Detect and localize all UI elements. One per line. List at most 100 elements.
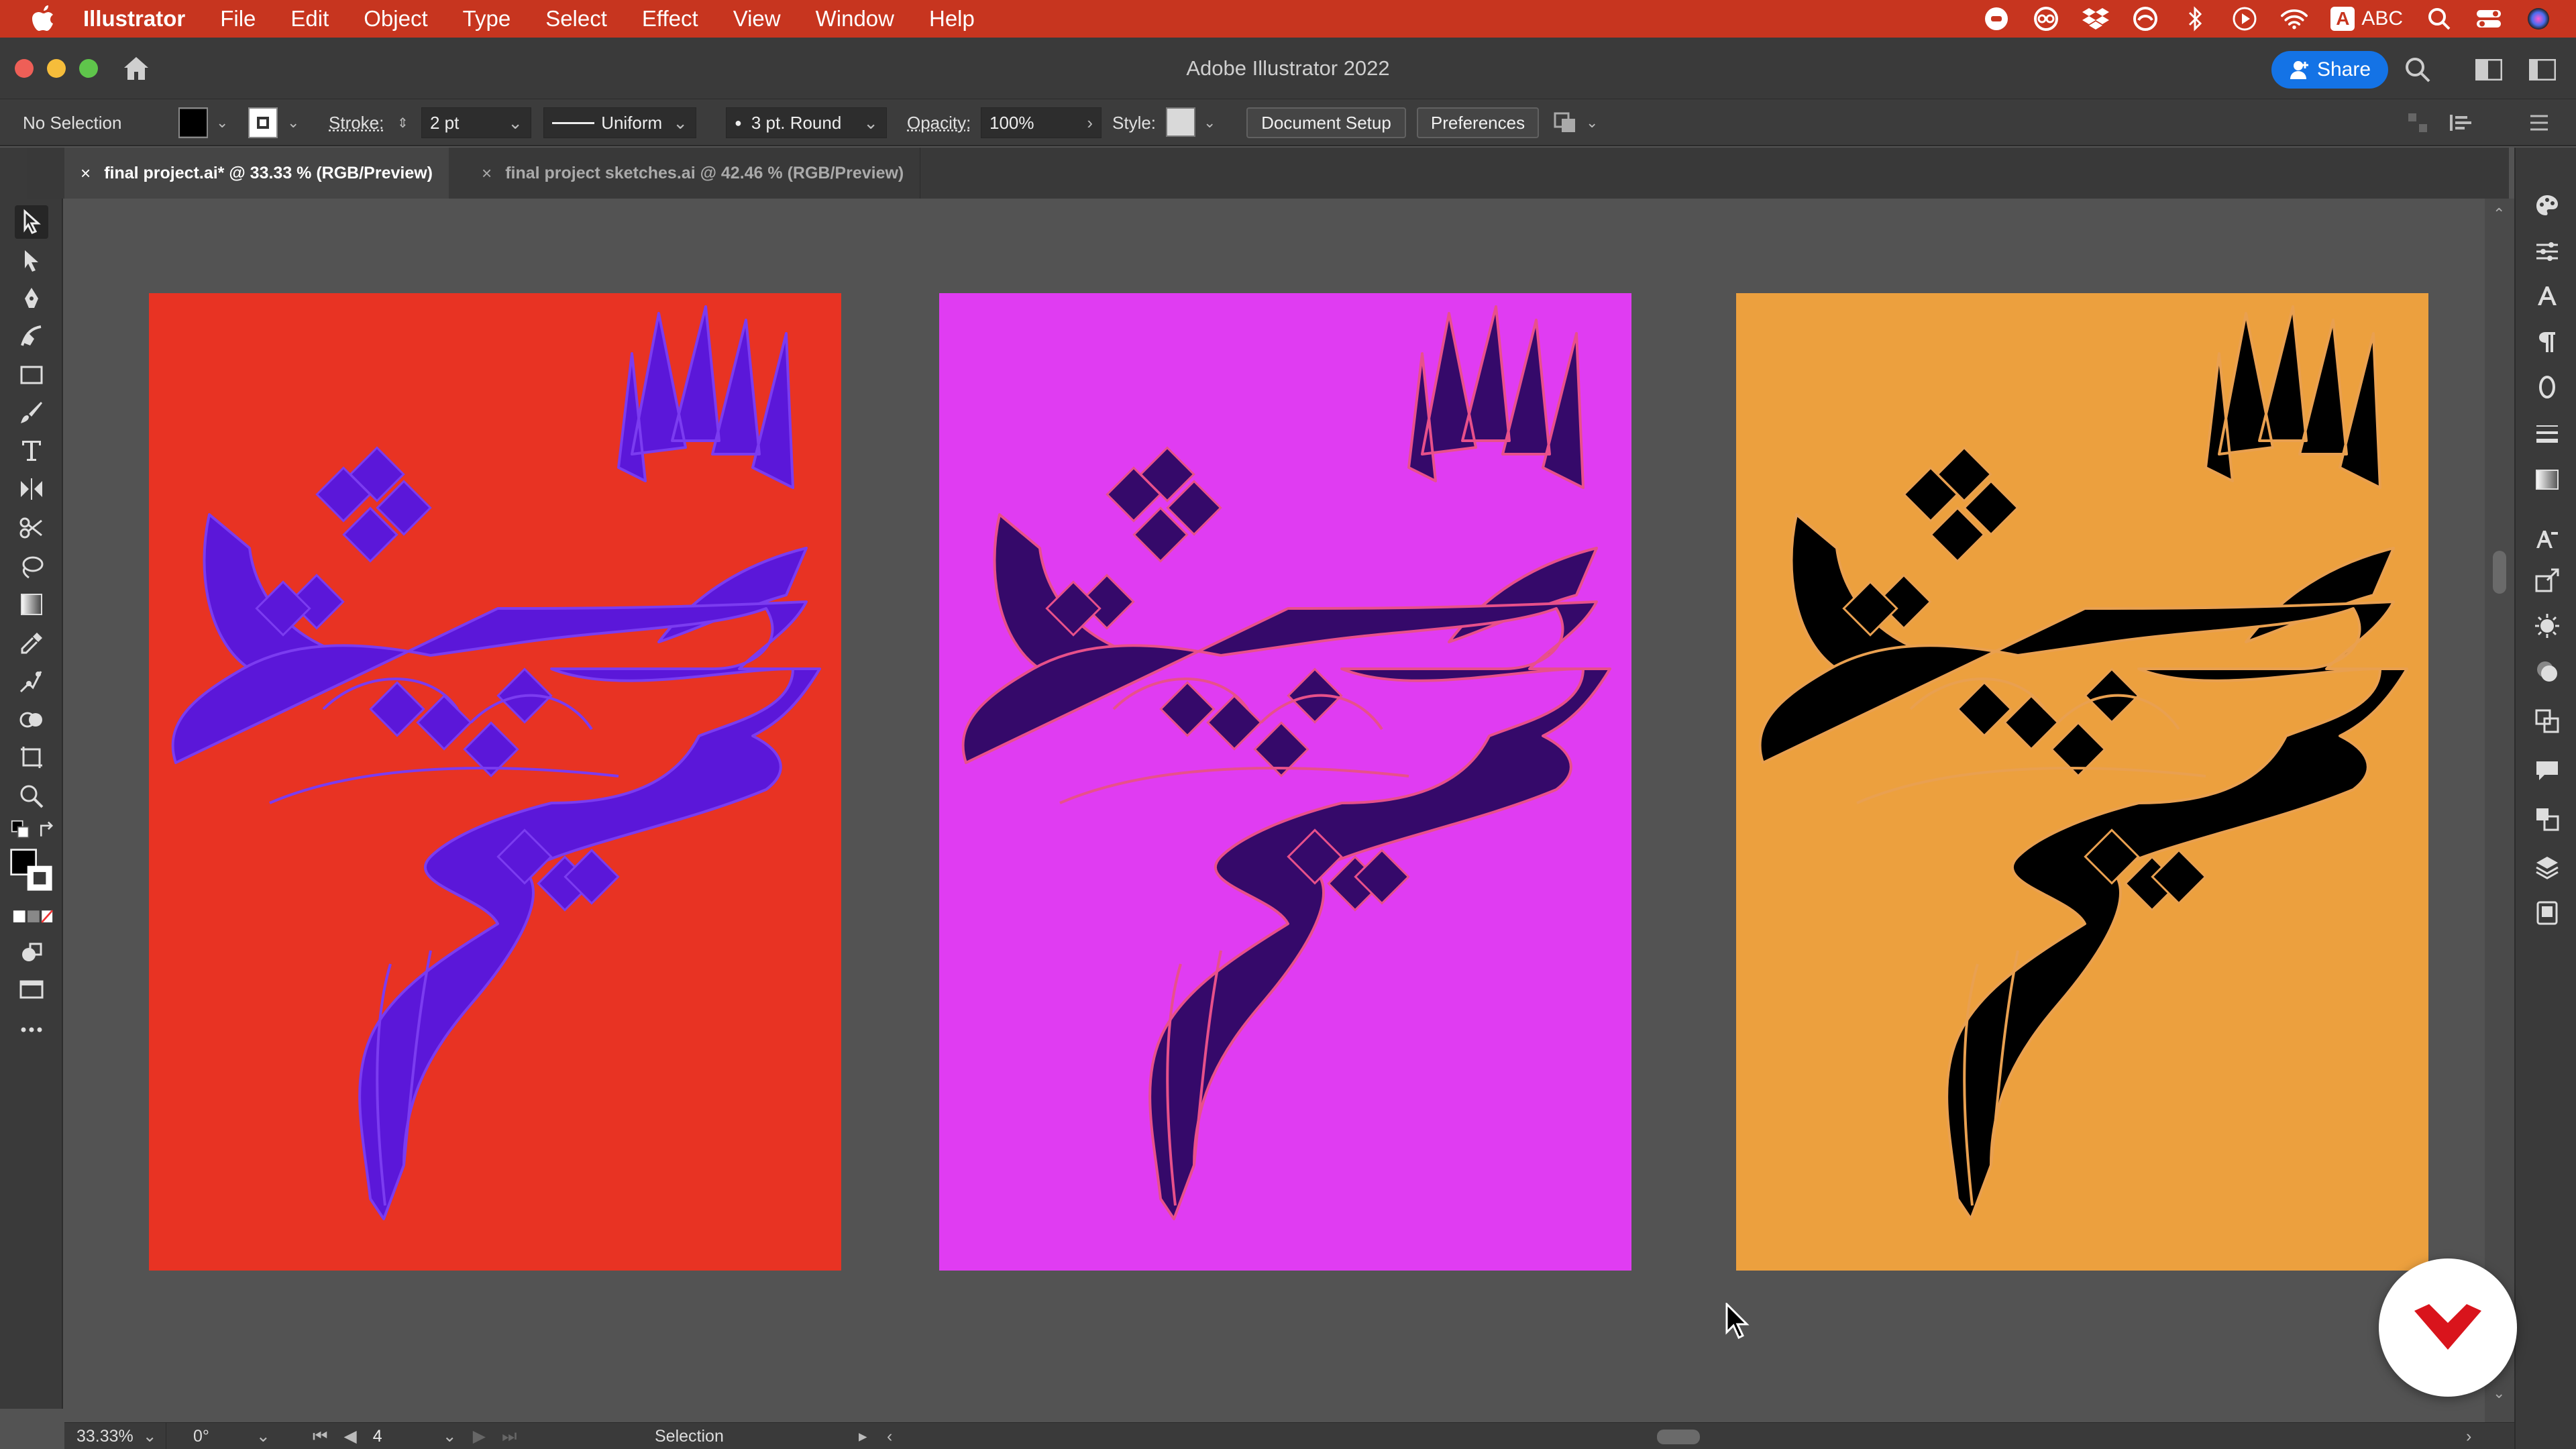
stroke-swatch-dropdown-icon[interactable]: ⌄ <box>287 107 299 138</box>
menu-illustrator[interactable]: Illustrator <box>62 6 203 32</box>
close-tab-icon[interactable]: × <box>482 163 492 184</box>
align-options-icon[interactable] <box>2407 107 2428 138</box>
spotlight-search-icon[interactable] <box>2426 5 2453 32</box>
close-window-button[interactable] <box>15 59 34 78</box>
layers-panel-icon[interactable] <box>2530 851 2564 884</box>
transform-panel-icon[interactable] <box>2530 704 2564 738</box>
selection-tool-icon[interactable] <box>15 205 48 239</box>
next-artboard-icon[interactable]: ▶ <box>473 1426 486 1446</box>
menu-type[interactable]: Type <box>445 6 529 32</box>
share-button[interactable]: Share <box>2271 51 2388 89</box>
artboard-tool-icon[interactable] <box>15 741 48 774</box>
curvature-tool-icon[interactable] <box>15 319 48 353</box>
vertical-scroll-thumb[interactable] <box>2493 551 2506 594</box>
stroke-label[interactable]: Stroke: <box>329 107 384 138</box>
artboard-orange[interactable] <box>1736 293 2428 1271</box>
siri-icon[interactable] <box>2525 5 2552 32</box>
lasso-tool-icon[interactable] <box>15 550 48 584</box>
arrange-dropdown-icon[interactable]: ⌄ <box>1586 107 1598 138</box>
menu-object[interactable]: Object <box>346 6 445 32</box>
gradient-panel-icon[interactable] <box>2530 463 2564 496</box>
control-center-icon[interactable] <box>2475 5 2502 32</box>
menu-help[interactable]: Help <box>912 6 992 32</box>
last-artboard-icon[interactable]: ⏭ <box>502 1427 517 1446</box>
pen-tool-icon[interactable] <box>15 282 48 315</box>
preferences-button[interactable]: Preferences <box>1417 107 1539 138</box>
stroke-weight-field[interactable]: 2 pt ⌄ <box>421 107 531 138</box>
control-bar-menu-icon[interactable] <box>2529 107 2549 138</box>
scissors-tool-icon[interactable] <box>15 511 48 545</box>
tab-final-project-sketches[interactable]: × final project sketches.ai @ 42.46 % (R… <box>466 148 920 199</box>
stroke-swatch[interactable] <box>248 107 278 138</box>
apple-logo-icon[interactable] <box>24 0 62 38</box>
document-canvas[interactable] <box>64 199 2485 1422</box>
opacity-label[interactable]: Opacity: <box>907 107 971 138</box>
shape-builder-tool-icon[interactable] <box>15 703 48 737</box>
type-tool-icon[interactable] <box>15 433 48 467</box>
artboard-number-dropdown-icon[interactable]: ⌄ <box>443 1426 457 1446</box>
scroll-down-icon[interactable]: ⌄ <box>2493 1385 2505 1402</box>
first-artboard-icon[interactable]: ⏮ <box>313 1427 328 1446</box>
scroll-up-icon[interactable]: ⌃ <box>2493 205 2505 223</box>
color-panel-icon[interactable] <box>2530 189 2564 223</box>
menu-edit[interactable]: Edit <box>273 6 346 32</box>
menu-effect[interactable]: Effect <box>625 6 716 32</box>
swap-colors-icon[interactable] <box>36 818 59 841</box>
graphic-styles-icon[interactable] <box>2530 655 2564 688</box>
arrange-documents-icon[interactable] <box>2473 54 2505 86</box>
eyedropper-tool-icon[interactable] <box>15 627 48 660</box>
artboard-number-field[interactable]: 4 <box>373 1427 427 1446</box>
character-panel-icon[interactable] <box>2530 279 2564 313</box>
record-icon[interactable] <box>1983 5 2010 32</box>
search-icon[interactable] <box>2402 54 2434 86</box>
menu-select[interactable]: Select <box>528 6 625 32</box>
menu-view[interactable]: View <box>716 6 798 32</box>
scroll-left-icon[interactable]: ‹ <box>887 1423 892 1449</box>
menu-file[interactable]: File <box>203 6 273 32</box>
zoom-window-button[interactable] <box>79 59 98 78</box>
opentype-panel-icon[interactable] <box>2530 370 2564 404</box>
creative-cloud-icon[interactable] <box>2033 5 2059 32</box>
input-source-indicator[interactable]: A ABC <box>2330 7 2403 31</box>
artboards-panel-icon[interactable] <box>2530 802 2564 836</box>
paintbrush-tool-icon[interactable] <box>15 396 48 429</box>
properties-panel-icon[interactable] <box>2530 235 2564 268</box>
close-tab-icon[interactable]: × <box>80 163 91 184</box>
backup-icon[interactable] <box>2132 5 2159 32</box>
appearance-panel-icon[interactable] <box>2530 609 2564 643</box>
puppet-warp-tool-icon[interactable] <box>15 664 48 698</box>
more-tools-icon[interactable] <box>15 1013 48 1046</box>
color-mode-icon[interactable] <box>9 906 56 928</box>
minimize-window-button[interactable] <box>47 59 66 78</box>
home-icon[interactable] <box>121 54 152 83</box>
status-menu-arrow-icon[interactable]: ▸ <box>859 1423 867 1449</box>
gradient-tool-icon[interactable] <box>15 588 48 621</box>
stroke-stepper-icon[interactable]: ⇕ <box>397 107 409 138</box>
asset-export-icon[interactable] <box>2530 564 2564 597</box>
graphic-style-swatch[interactable] <box>1166 107 1195 137</box>
brush-definition[interactable]: ● 3 pt. Round ⌄ <box>726 107 887 138</box>
reflect-tool-icon[interactable] <box>15 472 48 506</box>
paragraph-panel-icon[interactable] <box>2530 325 2564 358</box>
draw-mode-icon[interactable] <box>15 936 48 970</box>
tab-final-project[interactable]: × final project.ai* @ 33.33 % (RGB/Previ… <box>64 148 449 199</box>
zoom-tool-icon[interactable] <box>15 780 48 813</box>
rectangle-tool-icon[interactable] <box>15 358 48 392</box>
fill-swatch[interactable] <box>178 107 208 138</box>
arrange-icon[interactable] <box>1552 107 1579 138</box>
artboard-red[interactable] <box>149 293 841 1271</box>
play-icon[interactable] <box>2231 5 2258 32</box>
artboard-magenta[interactable] <box>939 293 1631 1271</box>
bluetooth-icon[interactable] <box>2182 5 2208 32</box>
graphic-style-dropdown-icon[interactable]: ⌄ <box>1203 107 1216 138</box>
transform-options-icon[interactable] <box>2449 107 2475 138</box>
dropbox-icon[interactable] <box>2082 5 2109 32</box>
direct-selection-tool-icon[interactable] <box>15 244 48 278</box>
wifi-icon[interactable] <box>2281 5 2308 32</box>
horizontal-scroll-thumb[interactable] <box>1657 1430 1700 1444</box>
stroke-panel-icon[interactable] <box>2530 417 2564 451</box>
comments-panel-icon[interactable] <box>2530 754 2564 788</box>
vertical-scrollbar[interactable]: ⌃ ⌄ <box>2485 199 2514 1422</box>
variable-width-profile[interactable]: Uniform ⌄ <box>543 107 696 138</box>
fill-stroke-icon[interactable] <box>7 845 59 898</box>
